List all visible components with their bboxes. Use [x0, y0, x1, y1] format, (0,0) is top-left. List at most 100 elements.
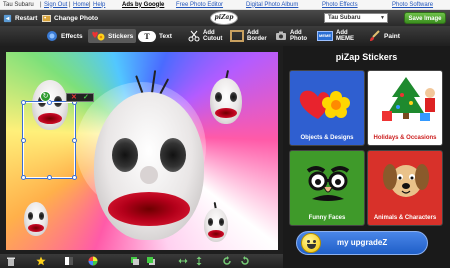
- contrast-icon[interactable]: [64, 256, 74, 266]
- nose: [140, 166, 158, 184]
- mouth: [215, 108, 237, 118]
- separator: |: [40, 1, 42, 8]
- tool-add-border[interactable]: Add Border: [227, 29, 270, 43]
- ads-label[interactable]: Ads by Google: [122, 2, 164, 8]
- scissors-icon: [188, 30, 200, 42]
- panel-title: piZap Stickers: [335, 52, 398, 62]
- editor-canvas[interactable]: ↻ ✕ ✓: [0, 46, 283, 254]
- change-photo-button[interactable]: Change Photo: [42, 14, 98, 23]
- left-eye: [112, 138, 138, 172]
- photo-owner-select[interactable]: Tau Subaru ▼: [324, 13, 388, 23]
- tool-text-label: Text: [159, 32, 172, 40]
- heart-flower-icon: [299, 90, 350, 119]
- category-objects-designs[interactable]: Objects & Designs: [289, 70, 365, 146]
- flip-vertical-icon[interactable]: [194, 256, 204, 266]
- tool-stickers-label: Stickers: [108, 32, 134, 40]
- tool-effects-label: Effects: [61, 32, 83, 40]
- separator: |: [69, 1, 71, 8]
- tool-add-photo[interactable]: Add Photo: [272, 29, 310, 43]
- delete-sticker-button[interactable]: ✕: [71, 93, 77, 101]
- mouth: [28, 224, 44, 232]
- category-label: Holidays & Occasions: [373, 135, 437, 141]
- selection-box[interactable]: [21, 100, 77, 180]
- sticker-clown-bottom-right[interactable]: [204, 201, 228, 242]
- right-eye: [219, 218, 224, 226]
- restart-icon: [3, 14, 12, 23]
- confirm-sticker-button[interactable]: ✓: [83, 93, 89, 101]
- resize-handle[interactable]: [21, 138, 26, 143]
- border-frame-icon: [230, 30, 244, 42]
- pizap-logo[interactable]: piZap: [210, 11, 238, 25]
- tool-paint[interactable]: Paint: [366, 29, 403, 43]
- resize-handle[interactable]: [72, 138, 77, 143]
- tool-add-cutout[interactable]: Add Cutout: [185, 29, 225, 43]
- sign-out-link[interactable]: Sign Out: [44, 2, 67, 8]
- trash-icon[interactable]: [6, 256, 16, 266]
- tool-add-cutout-label: Add Cutout: [203, 29, 223, 43]
- category-animals-characters[interactable]: Animals & Characters: [367, 150, 443, 226]
- flip-horizontal-icon[interactable]: [178, 256, 188, 266]
- tools-toolbar: Effects Stickers T Text Add Cutout Add Bor…: [0, 26, 450, 46]
- left-eye: [28, 212, 33, 220]
- rotate-left-icon[interactable]: [222, 256, 232, 266]
- tool-add-meme-label: Add MEME: [336, 29, 354, 43]
- stickers-icon: [92, 31, 105, 41]
- tool-add-photo-label: Add Photo: [290, 29, 307, 43]
- category-label: Funny Faces: [308, 215, 346, 221]
- text-icon: T: [138, 30, 156, 42]
- category-funny-faces[interactable]: Funny Faces: [289, 150, 365, 226]
- canvas-bottom-toolbar: [0, 254, 283, 268]
- main-toolbar: Restart Change Photo piZap Tau Subaru ▼ …: [0, 10, 450, 26]
- photo-effects-link[interactable]: Photo Effects: [322, 2, 358, 8]
- rotate-right-icon[interactable]: [240, 256, 250, 266]
- star-icon[interactable]: [36, 256, 46, 266]
- left-eye: [215, 92, 222, 102]
- meme-badge-icon: MEME: [317, 31, 333, 41]
- sticker-clown-bottom-left[interactable]: [24, 202, 48, 236]
- layer-back-icon[interactable]: [130, 256, 140, 266]
- tool-stickers[interactable]: Stickers: [88, 29, 137, 43]
- right-eye: [160, 138, 186, 172]
- resize-handle[interactable]: [21, 175, 26, 180]
- smiley-icon: [301, 233, 321, 253]
- category-label: Animals & Characters: [373, 215, 437, 221]
- color-wheel-icon[interactable]: [88, 256, 98, 266]
- resize-handle[interactable]: [47, 175, 52, 180]
- mouth: [208, 230, 224, 238]
- category-holidays-occasions[interactable]: Holidays & Occasions: [367, 70, 443, 146]
- upgrade-label: my upgradeZ: [337, 238, 388, 247]
- restart-button[interactable]: Restart: [3, 14, 37, 23]
- photo-software-link[interactable]: Photo Software: [392, 2, 433, 8]
- username: Tau Subaru: [3, 1, 34, 8]
- category-label: Objects & Designs: [300, 135, 354, 141]
- main-clown-face[interactable]: [94, 70, 204, 240]
- tool-text[interactable]: T Text: [135, 29, 175, 43]
- photo-icon: [42, 15, 51, 22]
- mouth: [108, 192, 190, 226]
- change-photo-label: Change Photo: [54, 15, 99, 22]
- dog-icon: [383, 164, 429, 197]
- save-image-button[interactable]: Save Image: [404, 12, 446, 24]
- left-eye: [208, 218, 213, 226]
- tool-add-border-label: Add Border: [247, 29, 267, 43]
- add-photo-icon: [276, 31, 286, 40]
- resize-handle[interactable]: [72, 175, 77, 180]
- layer-front-icon[interactable]: [146, 256, 156, 266]
- tool-paint-label: Paint: [384, 32, 400, 40]
- my-upgradez-button[interactable]: my upgradeZ: [296, 231, 428, 255]
- sticker-clown-top-right[interactable]: [210, 70, 242, 124]
- resize-handle[interactable]: [21, 100, 26, 105]
- digital-photo-album-link[interactable]: Digital Photo Album: [246, 2, 298, 8]
- tool-add-meme[interactable]: MEME Add MEME: [314, 29, 357, 43]
- top-link-bar: Tau Subaru | Sign Out | Home | Help Ads …: [0, 0, 450, 10]
- selection-actions: ✕ ✓: [66, 93, 94, 102]
- tool-effects[interactable]: Effects: [43, 29, 86, 43]
- rotate-handle-icon[interactable]: ↻: [40, 91, 51, 102]
- free-photo-editor-link[interactable]: Free Photo Editor: [176, 2, 223, 8]
- effects-icon: [47, 31, 57, 41]
- home-link[interactable]: Home: [73, 2, 89, 8]
- chevron-down-icon: ▼: [380, 15, 385, 21]
- separator: |: [89, 1, 91, 8]
- groucho-glasses-icon: [306, 166, 350, 201]
- help-link[interactable]: Help: [93, 2, 105, 8]
